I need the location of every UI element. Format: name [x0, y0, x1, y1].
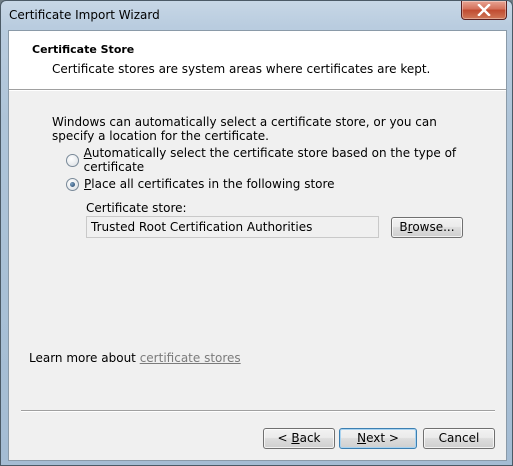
next-button[interactable]: Next > [339, 428, 417, 449]
footer-divider [21, 410, 495, 412]
back-button[interactable]: < Back [263, 428, 335, 449]
header-divider [9, 89, 506, 91]
radio-auto-select-indicator[interactable] [66, 153, 79, 167]
radio-auto-select-label[interactable]: Automatically select the certificate sto… [84, 146, 506, 174]
radio-place-in-store-label[interactable]: Place all certificates in the following … [84, 177, 335, 191]
window-title: Certificate Import Wizard [9, 8, 160, 22]
certificate-store-field: Trusted Root Certification Authorities [86, 216, 379, 238]
wizard-client-area: Certificate Store Certificate stores are… [8, 30, 507, 461]
browse-button[interactable]: Browse... [391, 217, 463, 238]
cancel-button[interactable]: Cancel [423, 428, 495, 449]
title-bar[interactable]: Certificate Import Wizard [1, 1, 512, 29]
close-icon [477, 4, 491, 16]
certificate-store-label: Certificate store: [86, 201, 187, 215]
description-text: Windows can automatically select a certi… [52, 115, 437, 143]
radio-place-in-store[interactable]: Place all certificates in the following … [66, 176, 335, 192]
radio-place-in-store-indicator[interactable] [66, 177, 79, 191]
learn-more-text: Learn more about certificate stores [29, 351, 241, 365]
certificate-stores-link[interactable]: certificate stores [140, 351, 241, 365]
close-button[interactable] [461, 1, 507, 20]
radio-auto-select[interactable]: Automatically select the certificate sto… [66, 146, 506, 174]
header-band: Certificate Store Certificate stores are… [9, 31, 506, 89]
page-subtitle: Certificate stores are system areas wher… [52, 62, 431, 76]
wizard-window: Certificate Import Wizard Certificate St… [0, 0, 513, 466]
page-title: Certificate Store [32, 43, 135, 56]
